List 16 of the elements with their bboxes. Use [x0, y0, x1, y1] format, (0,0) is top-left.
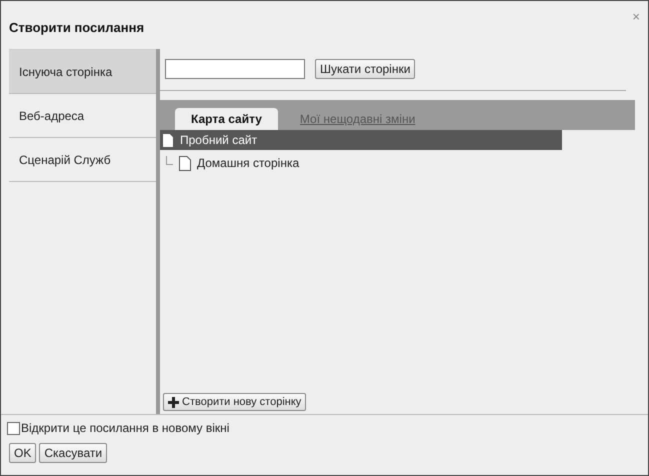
search-button[interactable]: Шукати сторінки — [315, 59, 416, 79]
dialog-title: Створити посилання — [9, 20, 144, 35]
create-page-button[interactable]: Створити нову сторінку — [163, 393, 306, 411]
checkbox-label: Відкрити це посилання в новому вікні — [21, 421, 230, 435]
page-icon — [179, 156, 191, 170]
tree-item[interactable]: Домашня сторінка — [164, 153, 566, 173]
ok-button[interactable]: OK — [9, 443, 36, 463]
tab[interactable]: Карта сайту — [175, 108, 278, 130]
search-field[interactable] — [165, 59, 305, 79]
tree-item[interactable]: Пробний сайт — [160, 130, 562, 150]
tree-line — [166, 156, 173, 164]
plus-icon — [168, 396, 179, 408]
cancel-button[interactable]: Скасувати — [39, 443, 108, 463]
page-icon — [162, 132, 174, 148]
sidebar-item[interactable]: Існуюча сторінка — [9, 50, 156, 94]
checkbox[interactable] — [7, 422, 20, 434]
